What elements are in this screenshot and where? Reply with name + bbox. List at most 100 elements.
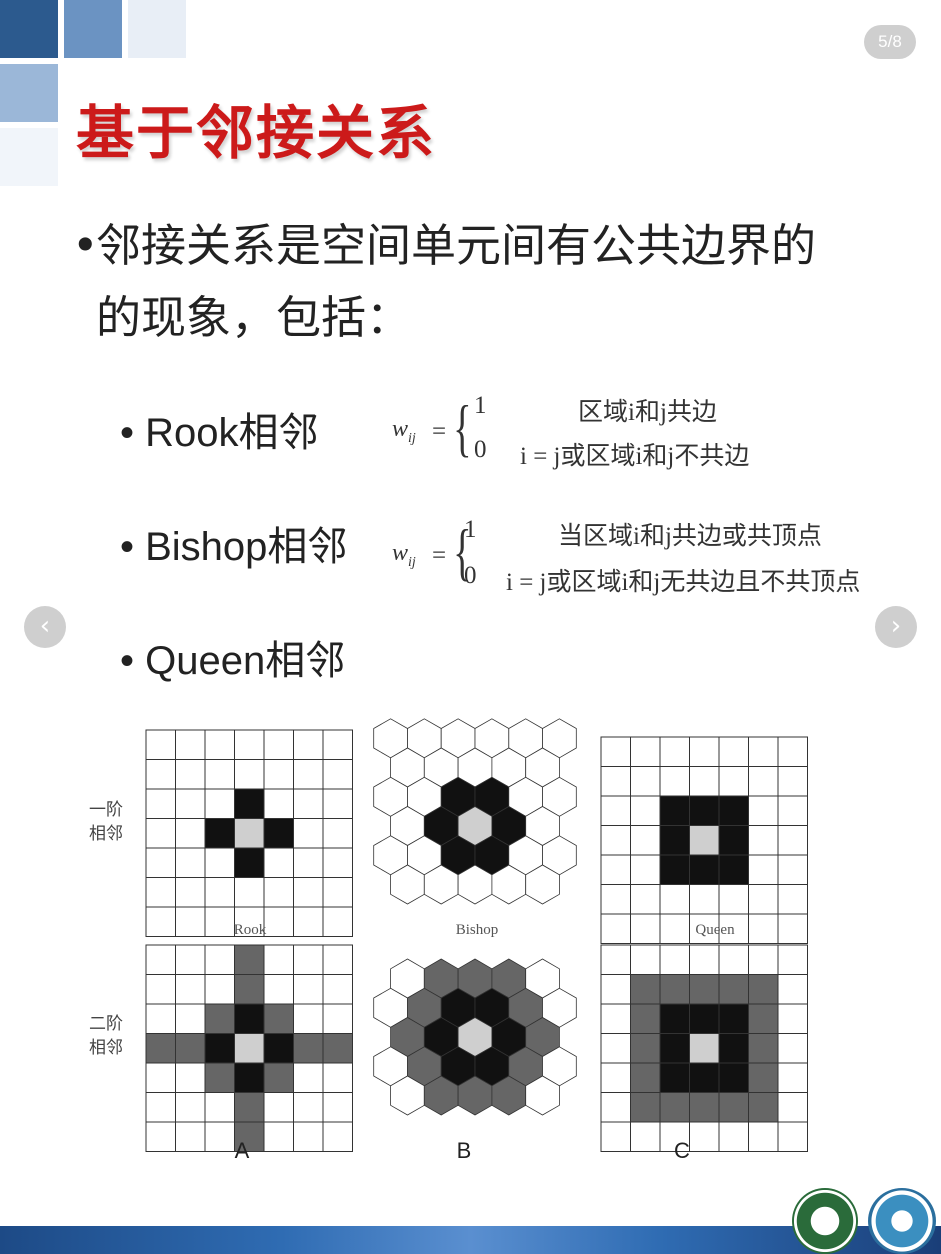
queen-first-cell: [748, 884, 779, 915]
rook-first-cell: [263, 788, 294, 819]
queen-first-cell: [718, 825, 749, 856]
rook-first-cell: [234, 818, 265, 849]
queen-second-cell: [718, 1121, 749, 1152]
rook-second-cell: [175, 944, 206, 975]
rook-second-cell: [175, 1121, 206, 1152]
queen-second-cell: [600, 1033, 631, 1064]
rook-first-cell: [204, 847, 235, 878]
queen-second-cell: [748, 1033, 779, 1064]
rook-second-cell: [293, 944, 324, 975]
rook-first-cell: [263, 877, 294, 908]
rook-second-cell: [234, 974, 265, 1005]
rook-second-cell: [322, 974, 353, 1005]
queen-second-cell: [630, 974, 661, 1005]
queen-first-cell: [600, 854, 631, 885]
rook-first-cell: [234, 729, 265, 760]
queen-first-cell: [777, 736, 808, 767]
rook-second-cell: [175, 1062, 206, 1093]
queen-first-cell: [777, 884, 808, 915]
rook-first-cell: [204, 788, 235, 819]
queen-first-cell: [659, 795, 690, 826]
rook-second-cell: [322, 944, 353, 975]
rook-second-cell: [175, 1092, 206, 1123]
queen-first-cell: [689, 736, 720, 767]
queen-first-cell: [718, 854, 749, 885]
rook-first-cell: [145, 788, 176, 819]
queen-first-cell: [748, 736, 779, 767]
queen-second-cell: [600, 944, 631, 975]
queen-second-cell: [659, 974, 690, 1005]
queen-second-cell: [777, 1092, 808, 1123]
queen-first-cell: [777, 913, 808, 944]
queen-first-cell: [718, 766, 749, 797]
rook-first-cell: [293, 729, 324, 760]
queen-first-cell: [659, 736, 690, 767]
rook-first-cell: [175, 818, 206, 849]
university-seal-icon: [792, 1188, 858, 1254]
queen-second-cell: [630, 1003, 661, 1034]
queen-first-cell: [777, 795, 808, 826]
queen-first-cell: [659, 884, 690, 915]
queen-second-cell: [600, 1062, 631, 1093]
caption-bishop: Bishop: [455, 922, 499, 938]
contiguity-figure: [145, 718, 808, 1152]
rook-first-cell: [145, 759, 176, 790]
queen-second-cell: [718, 1003, 749, 1034]
queen-first-cell: [689, 795, 720, 826]
rook-first-cell: [322, 818, 353, 849]
queen-second-cell: [630, 1092, 661, 1123]
rook-first-cell: [145, 729, 176, 760]
rook-first-cell: [234, 788, 265, 819]
queen-first-cell: [630, 913, 661, 944]
queen-second-cell: [689, 1033, 720, 1064]
queen-first-cell: [630, 825, 661, 856]
rook-second-cell: [322, 1062, 353, 1093]
queen-second-cell: [777, 1121, 808, 1152]
rook-second-cell: [263, 1092, 294, 1123]
queen-second-cell: [689, 974, 720, 1005]
rook-first-cell: [175, 906, 206, 937]
rook-second-cell: [234, 1062, 265, 1093]
queen-first-cell: [748, 795, 779, 826]
rook-second-cell: [263, 1062, 294, 1093]
rook-first-cell: [234, 759, 265, 790]
rook-second-cell: [204, 1003, 235, 1034]
rook-first-cell: [293, 906, 324, 937]
rook-second-cell: [234, 1092, 265, 1123]
queen-second-cell: [630, 1062, 661, 1093]
queen-first-cell: [630, 766, 661, 797]
queen-first-cell: [630, 884, 661, 915]
queen-second-cell: [689, 944, 720, 975]
queen-second-cell: [689, 1062, 720, 1093]
queen-second-cell: [777, 944, 808, 975]
queen-first-cell: [777, 825, 808, 856]
letter-a: A: [234, 1138, 250, 1163]
rook-first-cell: [293, 877, 324, 908]
queen-second-cell: [689, 1003, 720, 1034]
rook-first-cell: [234, 877, 265, 908]
rook-first-cell: [322, 906, 353, 937]
queen-second-cell: [748, 974, 779, 1005]
queen-first-cell: [748, 913, 779, 944]
rook-second-cell: [145, 1092, 176, 1123]
rook-second-cell: [204, 944, 235, 975]
rook-second-cell: [145, 1062, 176, 1093]
rook-second-cell: [145, 974, 176, 1005]
rook-second-cell: [204, 1092, 235, 1123]
queen-first-cell: [600, 825, 631, 856]
queen-second-cell: [718, 974, 749, 1005]
queen-second-cell: [659, 944, 690, 975]
queen-first-cell: [718, 884, 749, 915]
queen-first-cell: [689, 854, 720, 885]
rook-first-cell: [145, 906, 176, 937]
queen-second-cell: [777, 1062, 808, 1093]
rook-first-cell: [322, 759, 353, 790]
rook-first-cell: [175, 847, 206, 878]
rook-second-cell: [322, 1033, 353, 1064]
rook-first-cell: [145, 818, 176, 849]
rook-second-cell: [293, 1092, 324, 1123]
rook-first-cell: [234, 847, 265, 878]
rook-second-cell: [175, 1003, 206, 1034]
rook-second-cell: [293, 1062, 324, 1093]
queen-second-cell: [600, 974, 631, 1005]
